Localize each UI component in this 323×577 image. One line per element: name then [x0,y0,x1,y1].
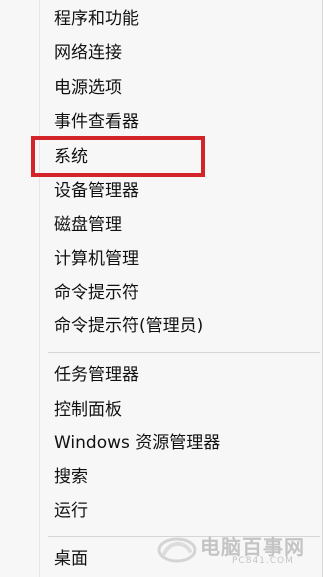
menu-item-control-panel[interactable]: 控制面板 [54,395,122,425]
menu-item-computer-management[interactable]: 计算机管理 [54,244,139,274]
menu-item-programs-features[interactable]: 程序和功能 [54,4,139,34]
watermark: 电脑百事网 PC841.COM [156,529,316,571]
menu-item-event-viewer[interactable]: 事件查看器 [54,107,139,137]
menu-item-search[interactable]: 搜索 [54,462,88,492]
menu-gutter [39,0,40,577]
menu-item-command-prompt-admin[interactable]: 命令提示符(管理员) [54,311,203,341]
menu-item-desktop[interactable]: 桌面 [54,544,88,574]
menu-item-command-prompt[interactable]: 命令提示符 [54,278,139,308]
watermark-logo-icon [157,537,197,563]
menu-item-task-manager[interactable]: 任务管理器 [54,360,139,390]
menu-item-network-connections[interactable]: 网络连接 [54,38,122,68]
menu-separator [48,352,320,353]
menu-item-file-explorer[interactable]: Windows 资源管理器 [54,428,220,458]
menu-item-device-manager[interactable]: 设备管理器 [54,176,139,206]
menu-item-power-options[interactable]: 电源选项 [54,73,122,103]
highlight-box [31,136,205,177]
menu-item-disk-management[interactable]: 磁盘管理 [54,210,122,240]
context-menu: 程序和功能 网络连接 电源选项 事件查看器 系统 设备管理器 磁盘管理 计算机管… [0,0,323,577]
watermark-subtext: PC841.COM [232,556,294,566]
menu-item-run[interactable]: 运行 [54,496,88,526]
